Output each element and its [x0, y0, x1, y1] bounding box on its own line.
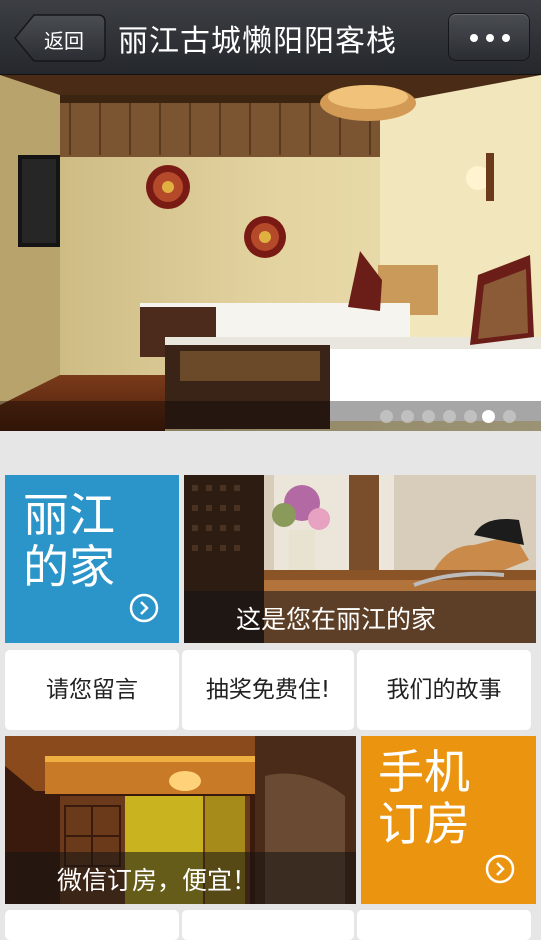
partial-tile[interactable] — [357, 910, 531, 940]
carousel-dot[interactable] — [380, 410, 393, 423]
ellipsis-icon — [486, 34, 494, 42]
more-menu-button[interactable] — [448, 13, 530, 61]
hotel-room-photo — [0, 75, 541, 431]
our-story-button[interactable]: 我们的故事 — [357, 650, 531, 730]
carousel-dot[interactable] — [443, 410, 456, 423]
home-photo-tile[interactable]: 这是您在丽江的家 — [184, 475, 536, 643]
carousel-dot[interactable] — [503, 410, 516, 423]
partial-tile[interactable] — [5, 910, 179, 940]
photo-carousel[interactable] — [0, 75, 541, 431]
ellipsis-icon — [470, 34, 478, 42]
chevron-right-circle-icon — [129, 593, 159, 623]
leave-message-button[interactable]: 请您留言 — [5, 650, 179, 730]
carousel-dot[interactable] — [401, 410, 414, 423]
booking-photo-caption: 微信订房，便宜！ — [57, 866, 258, 895]
carousel-dot-active[interactable] — [482, 410, 495, 423]
ellipsis-icon — [502, 34, 510, 42]
mobile-booking-tile[interactable]: 手机 订房 — [361, 736, 536, 904]
carousel-dot[interactable] — [422, 410, 435, 423]
lijiang-home-tile[interactable]: 丽江 的家 — [5, 475, 179, 643]
wechat-booking-photo-tile[interactable]: 微信订房，便宜！ — [5, 736, 356, 904]
carousel-dot[interactable] — [464, 410, 477, 423]
home-tile-title: 丽江 的家 — [23, 488, 115, 594]
top-navbar: 返回 丽江古城懒阳阳客栈 — [0, 0, 541, 75]
back-label: 返回 — [44, 29, 84, 53]
lottery-button[interactable]: 抽奖免费住! — [182, 650, 354, 730]
partial-tile[interactable] — [182, 910, 354, 940]
booking-tile-title: 手机 订房 — [378, 745, 470, 851]
back-button[interactable]: 返回 — [14, 14, 106, 62]
page-title: 丽江古城懒阳阳客栈 — [118, 24, 397, 59]
home-tile-caption: 这是您在丽江的家 — [236, 605, 437, 634]
chevron-right-circle-icon — [485, 854, 515, 884]
